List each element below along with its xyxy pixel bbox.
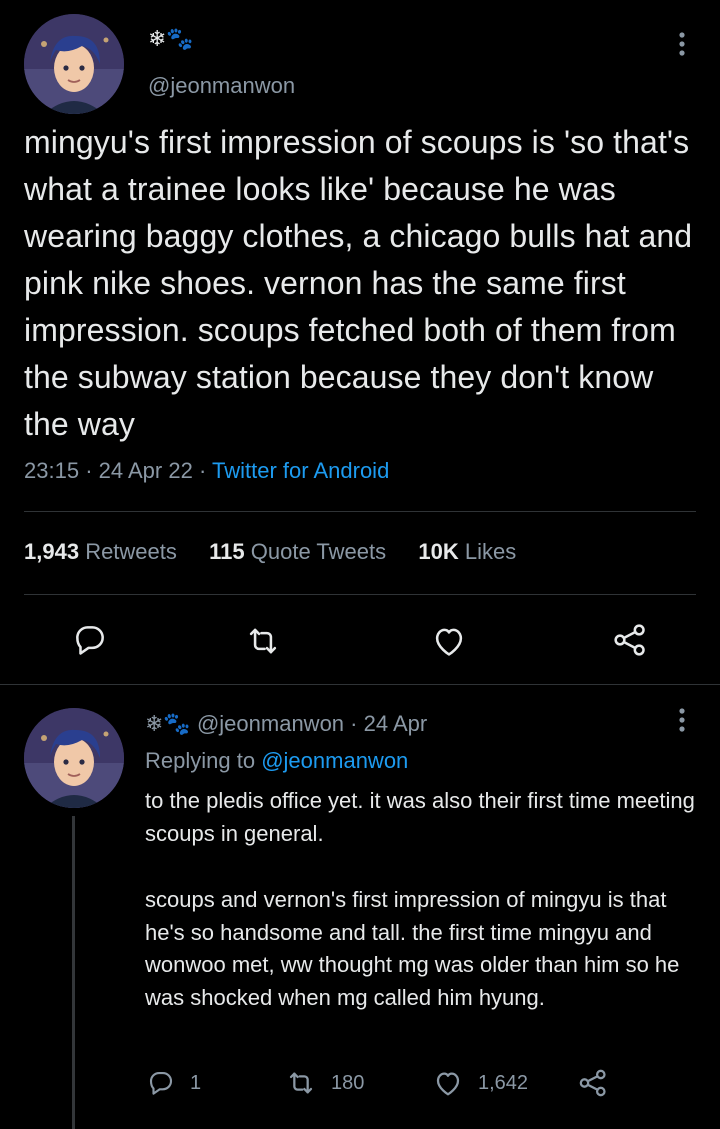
reply-handle[interactable]: @jeonmanwon: [197, 711, 344, 736]
tweet-text: mingyu's first impression of scoups is '…: [24, 124, 693, 442]
retweet-count: 180: [331, 1071, 365, 1094]
tweet-date: 24 Apr 22: [98, 458, 193, 483]
divider: [24, 594, 696, 595]
reply-display-name: ❄🐾: [145, 711, 191, 736]
retweet-icon: [289, 1072, 313, 1094]
reply-count: 1: [190, 1071, 202, 1094]
reply-icon[interactable]: [71, 621, 109, 659]
tweet-stats: 1,943 Retweets 115 Quote Tweets 10K Like…: [24, 539, 516, 565]
retweets-stat[interactable]: 1,943 Retweets: [24, 539, 177, 564]
share-icon[interactable]: [576, 1066, 610, 1100]
reply-paragraph-1: to the pledis office yet. it was also th…: [145, 788, 695, 846]
avatar-illustration: [24, 708, 124, 808]
reply-paragraph-2: scoups and vernon's first impression of …: [145, 887, 680, 1010]
tweet-source[interactable]: Twitter for Android: [212, 458, 389, 483]
reply-date: 24 Apr: [363, 711, 428, 736]
author-avatar[interactable]: [24, 14, 124, 114]
tweet-time: 23:15: [24, 458, 80, 483]
avatar-illustration: [24, 14, 124, 114]
quotes-stat[interactable]: 115 Quote Tweets: [209, 539, 386, 564]
like-count: 1,642: [478, 1071, 529, 1094]
tweet-meta: 23:15 · 24 Apr 22 · Twitter for Android: [24, 458, 390, 483]
retweet-action[interactable]: 180: [285, 1067, 364, 1099]
thread-line: [72, 816, 75, 1129]
replying-to-handle[interactable]: @jeonmanwon: [261, 748, 408, 773]
more-icon[interactable]: [676, 30, 688, 60]
share-icon[interactable]: [610, 620, 650, 660]
author-handle[interactable]: @jeonmanwon: [148, 73, 295, 99]
author-display-name: ❄🐾: [148, 26, 194, 51]
like-action[interactable]: 1,642: [432, 1067, 528, 1099]
reply-icon: [149, 1071, 173, 1095]
divider: [24, 511, 696, 512]
divider: [0, 684, 720, 685]
more-icon[interactable]: [676, 706, 688, 736]
reply-header: ❄🐾 @jeonmanwon · 24 Apr: [145, 711, 428, 736]
replying-to: Replying to @jeonmanwon: [145, 748, 409, 773]
reply-action[interactable]: 1: [146, 1067, 201, 1099]
heart-icon: [436, 1072, 460, 1096]
heart-icon[interactable]: [430, 622, 468, 660]
reply-author-avatar[interactable]: [24, 708, 124, 808]
likes-stat[interactable]: 10K Likes: [418, 539, 516, 564]
retweet-icon[interactable]: [244, 622, 282, 660]
